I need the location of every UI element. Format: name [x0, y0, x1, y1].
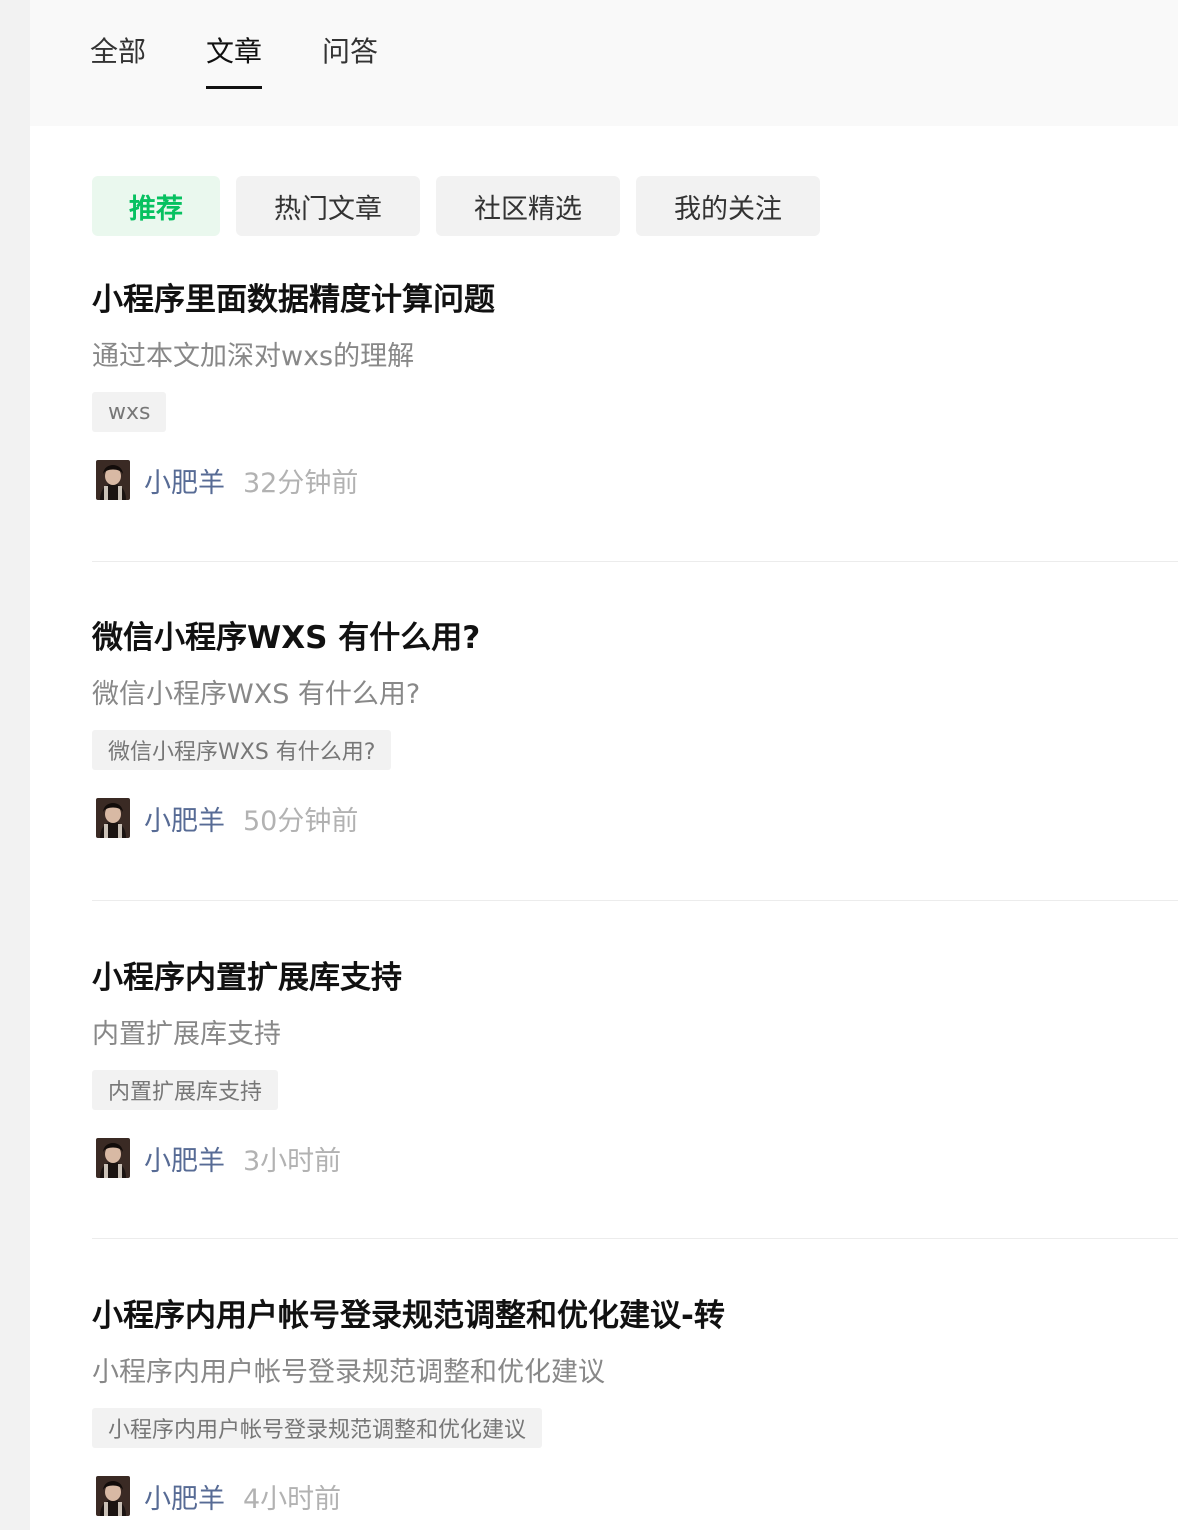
article-tag[interactable]: 小程序内用户帐号登录规范调整和优化建议 [92, 1408, 543, 1448]
article-desc: 内置扩展库支持 [92, 1019, 281, 1050]
author-name[interactable]: 小肥羊 [144, 461, 225, 500]
author-name[interactable]: 小肥羊 [144, 1477, 225, 1516]
post-time: 50分钟前 [243, 805, 359, 837]
article-tag[interactable]: 微信小程序WXS 有什么用? [92, 730, 392, 770]
filter-hot-articles[interactable]: 热门文章 [236, 176, 420, 236]
avatar-image [96, 1138, 130, 1178]
article-tag[interactable]: 内置扩展库支持 [92, 1070, 279, 1110]
tab-all[interactable]: 全部 [90, 34, 146, 70]
article-tag[interactable]: wxs [92, 392, 167, 432]
page: 全部 文章 问答 推荐 热门文章 社区精选 我的关注 小程序里面数据精度计算问题… [30, 0, 1178, 1530]
tab-articles[interactable]: 文章 [206, 34, 262, 70]
avatar[interactable] [96, 460, 130, 500]
article-meta: 小肥羊 32分钟前 [92, 458, 358, 502]
article-meta: 小肥羊 3小时前 [92, 1136, 341, 1180]
article-title[interactable]: 微信小程序WXS 有什么用? [92, 618, 480, 658]
article-desc: 微信小程序WXS 有什么用? [92, 679, 421, 710]
article-desc: 小程序内用户帐号登录规范调整和优化建议 [92, 1357, 605, 1388]
author-name[interactable]: 小肥羊 [144, 1139, 225, 1178]
filter-following[interactable]: 我的关注 [636, 176, 820, 236]
avatar[interactable] [96, 1138, 130, 1178]
author-name[interactable]: 小肥羊 [144, 799, 225, 838]
post-time: 3小时前 [243, 1145, 342, 1177]
divider [92, 1238, 1178, 1239]
avatar[interactable] [96, 1476, 130, 1516]
article-desc: 通过本文加深对wxs的理解 [92, 341, 415, 372]
tab-qa[interactable]: 问答 [322, 34, 378, 70]
article-title[interactable]: 小程序内用户帐号登录规范调整和优化建议-转 [92, 1296, 725, 1336]
article-meta: 小肥羊 50分钟前 [92, 796, 358, 840]
avatar-image [96, 460, 130, 500]
avatar-image [96, 1476, 130, 1516]
filter-community-picks[interactable]: 社区精选 [436, 176, 620, 236]
filter-recommended[interactable]: 推荐 [92, 176, 220, 236]
avatar[interactable] [96, 798, 130, 838]
top-nav: 全部 文章 问答 [30, 0, 1178, 126]
divider [92, 561, 1178, 562]
article-title[interactable]: 小程序里面数据精度计算问题 [92, 280, 495, 320]
article-meta: 小肥羊 4小时前 [92, 1474, 341, 1518]
avatar-image [96, 798, 130, 838]
post-time: 32分钟前 [243, 467, 359, 499]
active-tab-indicator [206, 86, 262, 89]
post-time: 4小时前 [243, 1483, 342, 1515]
article-title[interactable]: 小程序内置扩展库支持 [92, 958, 402, 998]
divider [92, 900, 1178, 901]
